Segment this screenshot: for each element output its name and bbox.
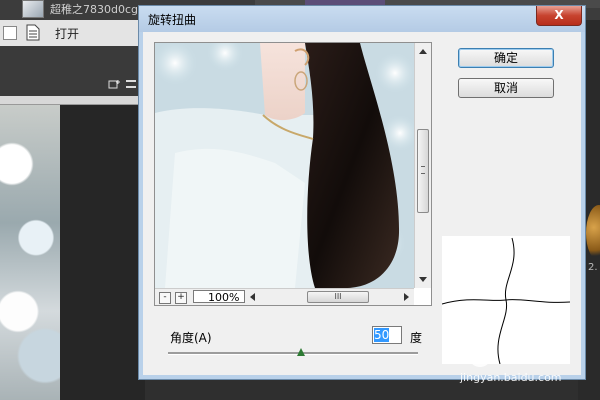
document-thumbnail[interactable] bbox=[22, 0, 44, 18]
twirl-dialog: 旋转扭曲 X - + 100% III 确定 取消 角度(A) 50 度 bbox=[138, 5, 586, 380]
angle-input[interactable]: 50 bbox=[372, 326, 402, 344]
vertical-scroll-thumb[interactable] bbox=[417, 129, 429, 213]
close-button[interactable]: X bbox=[536, 6, 582, 26]
angle-unit-label: 度 bbox=[410, 331, 423, 345]
history-open-label: 打开 bbox=[55, 27, 80, 41]
panel-menu-icon[interactable] bbox=[126, 80, 136, 88]
baidu-watermark: Bai经验 jingyan.baidu.com bbox=[460, 335, 590, 385]
filter-preview: - + 100% III bbox=[154, 42, 432, 306]
close-icon: X bbox=[554, 8, 564, 22]
watermark-brand: Bai经验 bbox=[504, 343, 565, 362]
dialog-title-bar[interactable]: 旋转扭曲 X bbox=[139, 6, 585, 32]
scroll-grip-icon bbox=[421, 166, 425, 174]
angle-label: 角度(A) bbox=[170, 331, 212, 345]
document-icon bbox=[26, 24, 40, 41]
dialog-body: - + 100% III 确定 取消 角度(A) 50 度 bbox=[144, 32, 580, 375]
angle-slider-track[interactable] bbox=[168, 352, 418, 355]
angle-slider-thumb[interactable] bbox=[296, 348, 305, 356]
scroll-right-icon[interactable] bbox=[404, 293, 409, 301]
preview-vertical-scrollbar[interactable] bbox=[414, 43, 431, 288]
preview-horizontal-scrollbar[interactable]: III bbox=[245, 288, 414, 305]
zoom-in-button[interactable]: + bbox=[175, 292, 187, 304]
ok-button[interactable]: 确定 bbox=[458, 48, 554, 68]
scroll-left-icon[interactable] bbox=[250, 293, 255, 301]
scroll-down-icon[interactable] bbox=[419, 277, 427, 282]
angle-input-value: 50 bbox=[374, 328, 390, 342]
zoom-controls: - + 100% bbox=[155, 288, 245, 305]
right-panel-text: 2. bbox=[588, 262, 598, 273]
preview-image[interactable] bbox=[155, 43, 414, 288]
paw-logo-icon bbox=[465, 337, 497, 367]
horizontal-scroll-thumb[interactable]: III bbox=[307, 291, 369, 303]
watermark-url: jingyan.baidu.com bbox=[460, 371, 562, 384]
zoom-level-field[interactable]: 100% bbox=[193, 290, 245, 304]
zoom-out-button[interactable]: - bbox=[159, 292, 171, 304]
document-canvas[interactable] bbox=[0, 105, 60, 400]
cancel-button[interactable]: 取消 bbox=[458, 78, 554, 98]
history-panel-row[interactable]: 打开 bbox=[0, 20, 145, 47]
dialog-title: 旋转扭曲 bbox=[148, 13, 197, 27]
scroll-up-icon[interactable] bbox=[419, 49, 427, 54]
horizontal-ruler bbox=[0, 96, 145, 105]
panel-strip bbox=[0, 46, 145, 96]
canvas-background bbox=[60, 105, 145, 400]
new-snapshot-icon[interactable] bbox=[108, 80, 120, 90]
history-checkbox[interactable] bbox=[3, 26, 17, 40]
